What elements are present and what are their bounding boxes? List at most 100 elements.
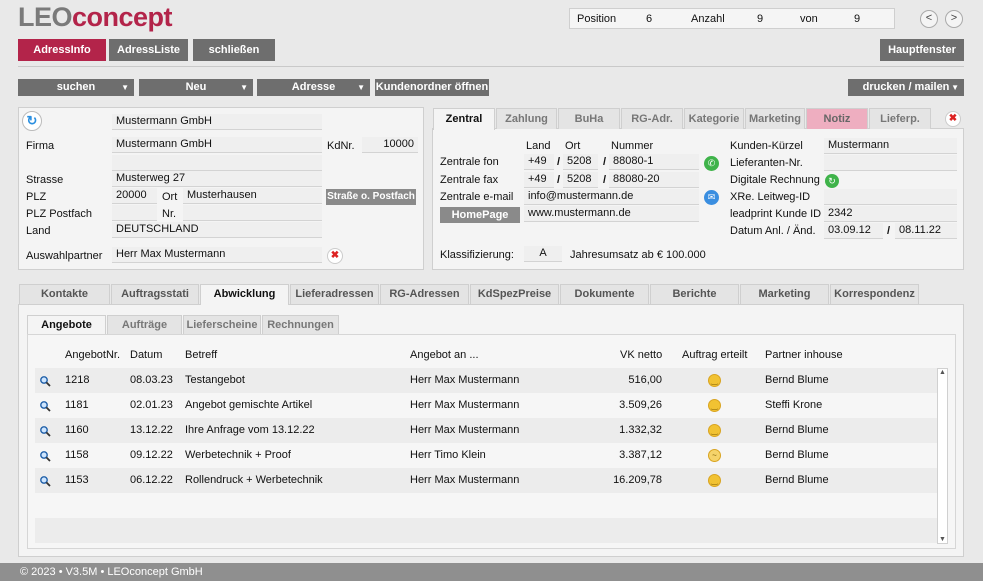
tab-notiz[interactable]: Notiz [806,108,868,129]
col-header-auftrag[interactable]: Auftrag erteilt [682,349,747,361]
klassifizierung-field[interactable]: A [524,246,562,262]
back-arrow-icon[interactable]: ↻ [22,111,42,131]
table-row[interactable]: 1218 08.03.23 Testangebot Herr Max Muste… [35,368,937,393]
close-icon[interactable]: ✖ [945,111,961,127]
partner-field[interactable]: Herr Max Mustermann [112,247,322,263]
tab-zahlung[interactable]: Zahlung [496,108,557,129]
previous-record-button[interactable]: < [920,10,938,28]
subtab-rechnungen[interactable]: Rechnungen [262,315,339,334]
table-row[interactable]: 1160 13.12.22 Ihre Anfrage vom 13.12.22 … [35,418,937,443]
tab-marketing[interactable]: Marketing [745,108,805,129]
new-dropdown[interactable]: Neu ▼ [139,79,253,96]
col-header-nr[interactable]: AngebotNr. [65,349,120,361]
vertical-scrollbar[interactable]: ▲ ▼ [937,368,948,544]
postfach-nr-field[interactable] [183,205,322,221]
leadprint-label: leadprint Kunde ID [730,208,822,220]
record-navigator: Position 6 Anzahl 9 von 9 [569,8,895,29]
scroll-down-icon[interactable]: ▼ [938,536,947,543]
firma-field[interactable]: Mustermann GmbH [112,137,322,153]
name-header-field[interactable]: Mustermann GmbH [112,114,322,130]
fon-label: Zentrale fon [440,156,499,168]
kdnr-field[interactable]: 10000 [362,137,418,153]
tab-auftragsstati[interactable]: Auftragsstati [111,284,199,304]
leadprint-field[interactable]: 2342 [824,206,957,222]
offer-vk: 1.332,32 [619,424,662,436]
search-dropdown[interactable]: suchen ▼ [18,79,134,96]
datum-aend-field[interactable]: 08.11.22 [895,223,957,239]
col-header-vk-netto[interactable]: VK netto [620,349,662,361]
col-header-betreff[interactable]: Betreff [185,349,217,361]
strasse-field[interactable]: Musterweg 27 [112,171,322,187]
homepage-field[interactable]: www.mustermann.de [524,206,699,222]
tab-korrespondenz[interactable]: Korrespondenz [830,284,919,304]
scroll-up-icon[interactable]: ▲ [938,369,947,376]
table-row[interactable]: 1158 09.12.22 Werbetechnik + Proof Herr … [35,443,937,468]
firma-2-field[interactable] [112,155,322,171]
ort-field[interactable]: Musterhausen [183,188,322,204]
open-customer-folder-button[interactable]: Kundenordner öffnen [375,79,489,96]
close-button[interactable]: schließen [193,39,275,61]
col-header-angebot-an[interactable]: Angebot an ... [410,349,479,361]
tab-rg-adressen[interactable]: RG-Adressen [380,284,469,304]
fon-ort-field[interactable]: 5208 [563,154,598,170]
fon-land-field[interactable]: +49 [524,154,554,170]
table-row[interactable]: 1181 02.01.23 Angebot gemischte Artikel … [35,393,937,418]
offer-vk: 3.509,26 [619,399,662,411]
next-record-button[interactable]: > [945,10,963,28]
col-header-datum[interactable]: Datum [130,349,162,361]
lieferanten-field[interactable] [824,155,957,171]
subtab-lieferscheine[interactable]: Lieferscheine [183,315,261,334]
col-header-partner[interactable]: Partner inhouse [765,349,843,361]
subtab-angebote[interactable]: Angebote [27,315,106,335]
tab-lieferadressen[interactable]: Lieferadressen [290,284,379,304]
offer-partner: Bernd Blume [765,449,829,461]
tab-lieferp[interactable]: Lieferp. [869,108,931,129]
tab-rg-adr[interactable]: RG-Adr. [621,108,683,129]
street-or-pobox-button[interactable]: Straße o. Postfach [326,189,416,205]
refresh-icon[interactable]: ↻ [825,174,839,188]
tab-dokumente[interactable]: Dokumente [560,284,649,304]
fax-land-field[interactable]: +49 [524,172,554,188]
kuerzel-field[interactable]: Mustermann [824,138,957,154]
datum-anl-field[interactable]: 03.09.12 [824,223,883,239]
subtab-auftraege[interactable]: Aufträge [107,315,182,334]
xre-field[interactable] [824,189,957,205]
tab-marketing-main[interactable]: Marketing [740,284,829,304]
magnifier-icon[interactable] [39,475,51,487]
phone-call-icon[interactable]: ✆ [704,156,719,171]
tab-buha[interactable]: BuHa [558,108,620,129]
nummer-header: Nummer [611,140,654,152]
fax-ort-field[interactable]: 5208 [563,172,598,188]
plz-field[interactable]: 20000 [112,188,157,204]
tab-kdspezpreise[interactable]: KdSpezPreise [470,284,559,304]
land-header: Land [526,140,551,152]
position-label: Position [577,13,617,25]
chevron-down-icon: ▼ [240,83,248,92]
magnifier-icon[interactable] [39,400,51,412]
print-mail-dropdown[interactable]: drucken / mailen ▼ [848,79,964,96]
land-field[interactable]: DEUTSCHLAND [112,222,322,238]
tab-kategorie[interactable]: Kategorie [684,108,744,129]
datum-label: Datum Anl. / Änd. [730,225,816,237]
magnifier-icon[interactable] [39,375,51,387]
clear-partner-icon[interactable]: ✖ [327,248,343,264]
pending-smiley-icon: ‿ [708,374,721,387]
tab-zentral[interactable]: Zentral [433,108,495,130]
fax-number-field[interactable]: 88080-20 [609,172,699,188]
klassifizierung-label: Klassifizierung: [440,249,514,261]
email-field[interactable]: info@mustermann.de [524,189,699,205]
tab-berichte[interactable]: Berichte [650,284,739,304]
magnifier-icon[interactable] [39,425,51,437]
tab-kontakte[interactable]: Kontakte [19,284,110,304]
tab-adressliste[interactable]: AdressListe [109,39,188,61]
plz-postfach-field[interactable] [112,205,157,221]
tab-abwicklung[interactable]: Abwicklung [200,284,289,305]
main-window-button[interactable]: Hauptfenster [880,39,964,61]
magnifier-icon[interactable] [39,450,51,462]
send-mail-icon[interactable]: ✉ [704,190,719,205]
address-dropdown[interactable]: Adresse ▼ [257,79,370,96]
homepage-button[interactable]: HomePage [440,207,520,223]
fon-number-field[interactable]: 88080-1 [609,154,699,170]
tab-adressinfo[interactable]: AdressInfo [18,39,106,61]
table-row[interactable]: 1153 06.12.22 Rollendruck + Werbetechnik… [35,468,937,493]
